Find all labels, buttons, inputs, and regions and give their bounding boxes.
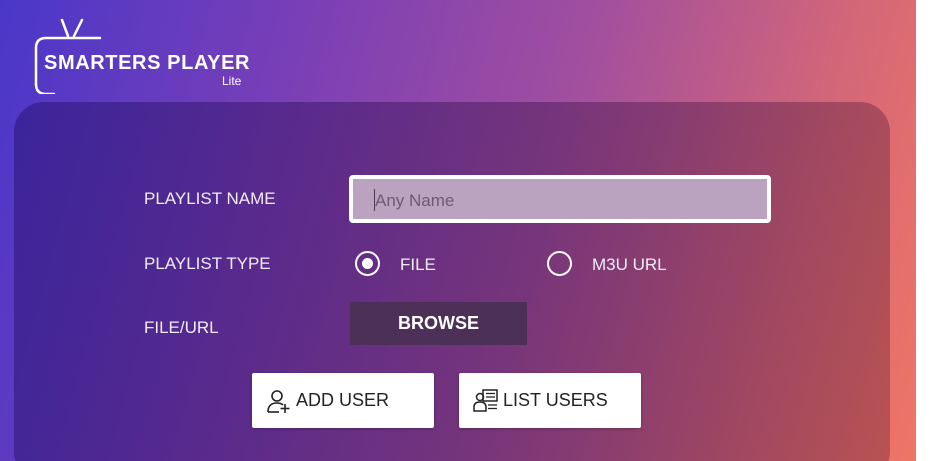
playlist-form-panel — [14, 102, 890, 461]
add-user-icon — [267, 389, 290, 413]
browse-button[interactable]: BROWSE — [350, 302, 527, 345]
playlist-type-label: PLAYLIST TYPE — [144, 254, 271, 273]
app-screen: SMARTERS PLAYER Lite PLAYLIST NAME Any N… — [0, 0, 916, 461]
list-users-icon — [473, 388, 498, 412]
playlist-name-label: PLAYLIST NAME — [144, 189, 276, 208]
add-user-button[interactable]: ADD USER — [252, 373, 434, 428]
playlist-name-input[interactable]: Any Name — [349, 175, 771, 223]
radio-m3u-url[interactable] — [547, 251, 572, 276]
list-users-label: LIST USERS — [503, 390, 608, 410]
app-logo: SMARTERS PLAYER Lite — [30, 14, 255, 94]
logo-subtitle: Lite — [222, 74, 242, 88]
logo-title: SMARTERS PLAYER — [44, 52, 251, 74]
add-user-label: ADD USER — [296, 390, 390, 410]
radio-m3u-url-label[interactable]: M3U URL — [592, 255, 667, 275]
list-users-button[interactable]: LIST USERS — [459, 373, 641, 428]
radio-file[interactable] — [355, 251, 380, 276]
radio-file-label[interactable]: FILE — [400, 255, 436, 275]
file-url-label: FILE/URL — [144, 318, 219, 337]
playlist-name-placeholder: Any Name — [375, 191, 455, 210]
